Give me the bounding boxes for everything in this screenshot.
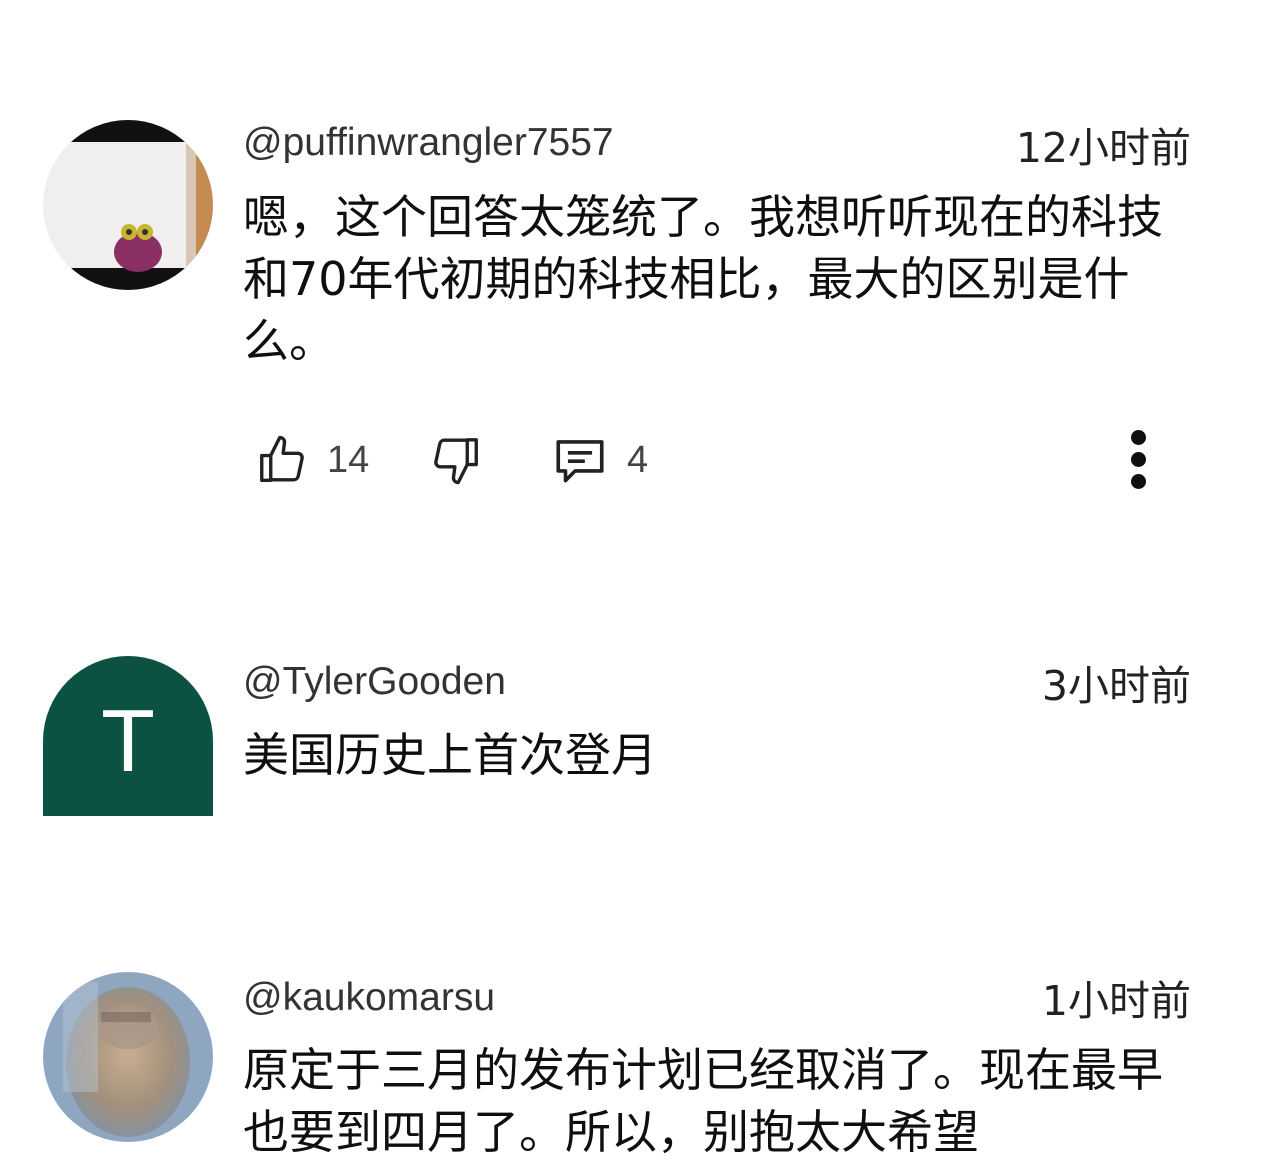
comment-timestamp: 1小时前 bbox=[1041, 977, 1191, 1025]
comment-item: @kaukomarsu 1小时前 原定于三月的发布计划已经取消了。现在最早也要到… bbox=[0, 0, 1280, 1176]
avatar-image bbox=[43, 972, 213, 1142]
comment-text: 原定于三月的发布计划已经取消了。现在最早也要到四月了。所以，别抱太大希望 bbox=[243, 1043, 1163, 1159]
comment-username[interactable]: @kaukomarsu bbox=[243, 976, 495, 1020]
avatar[interactable] bbox=[43, 972, 213, 1142]
